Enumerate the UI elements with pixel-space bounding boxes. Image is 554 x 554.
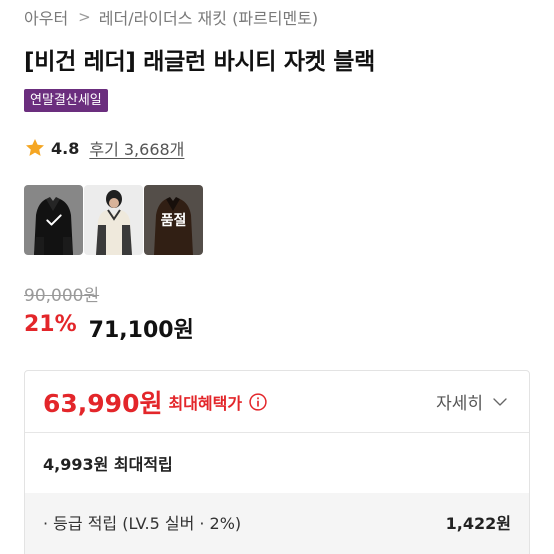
color-option-black[interactable] <box>24 185 83 255</box>
color-option-brown[interactable]: 품절 <box>144 185 203 255</box>
review-count-link[interactable]: 후기 3,668개 <box>89 136 184 160</box>
detail-label: 자세히 <box>436 394 483 414</box>
breadcrumb-category-leather[interactable]: 레더/라이더스 재킷 (파르티멘토) <box>99 5 318 29</box>
selected-check-icon <box>24 185 83 255</box>
rating-row: 4.8 후기 3,668개 <box>24 136 184 160</box>
breadcrumb-separator: > <box>78 8 91 26</box>
points-detail: · 등급 적립 (LV.5 실버 · 2%) 1,422원 <box>25 493 529 554</box>
points-summary: 4,993원 최대적립 <box>43 455 173 474</box>
product-title: [비건 레더] 래글런 바시티 자켓 블랙 <box>24 49 376 75</box>
discount-rate: 21% <box>24 312 77 337</box>
soldout-label: 품절 <box>144 185 203 255</box>
cream-jacket-model-image <box>84 185 143 255</box>
best-price-label: 최대혜택가 <box>168 393 243 413</box>
info-icon[interactable] <box>248 392 268 412</box>
detail-toggle-button[interactable]: 자세히 <box>436 389 509 414</box>
points-line-amount: 1,422원 <box>445 514 511 533</box>
original-price: 90,000원 <box>24 286 100 306</box>
benefit-box: 63,990원 최대혜택가 자세히 4,993원 최대적립 · 등급 적립 (L… <box>24 370 530 554</box>
color-options: 품절 <box>24 185 203 255</box>
breadcrumb: 아우터 > 레더/라이더스 재킷 (파르티멘토) <box>24 6 318 28</box>
best-price: 63,990원 <box>43 388 163 418</box>
rating-score: 4.8 <box>51 138 80 158</box>
color-option-cream[interactable] <box>84 185 143 255</box>
best-price-header: 63,990원 최대혜택가 자세히 <box>25 371 529 433</box>
breadcrumb-category-outer[interactable]: 아우터 <box>24 5 68 29</box>
points-line-label: · 등급 적립 (LV.5 실버 · 2%) <box>43 514 242 533</box>
points-line-grade: · 등급 적립 (LV.5 실버 · 2%) 1,422원 <box>43 507 511 537</box>
sale-price-row: 21% 71,100원 <box>24 312 194 344</box>
sale-price: 71,100원 <box>88 318 194 343</box>
sale-badge: 연말결산세일 <box>24 89 108 112</box>
chevron-down-icon <box>493 397 507 406</box>
star-icon <box>26 139 44 156</box>
